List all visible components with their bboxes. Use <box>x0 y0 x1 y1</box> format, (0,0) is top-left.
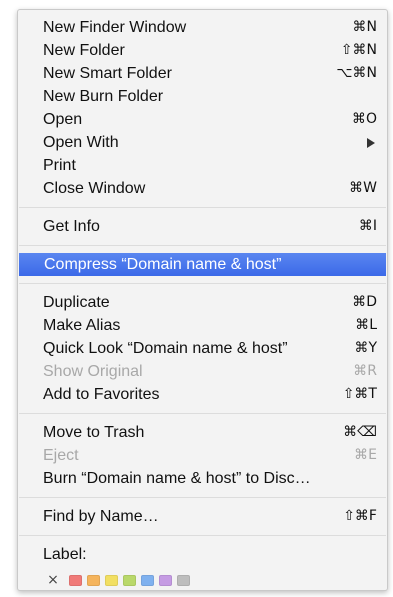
menu-item-move-to-trash[interactable]: Move to Trash ⌘⌫ <box>18 421 387 444</box>
menu-item-new-burn-folder[interactable]: New Burn Folder <box>18 85 387 108</box>
menu-item-make-alias[interactable]: Make Alias ⌘L <box>18 314 387 337</box>
menu-item-shortcut: ⌘W <box>349 180 377 196</box>
menu-separator <box>19 535 386 536</box>
menu-item-show-original: Show Original ⌘R <box>18 360 387 383</box>
label-swatch-yellow[interactable] <box>105 574 118 586</box>
menu-item-shortcut: ⌘E <box>354 447 377 463</box>
menu-item-find-by-name[interactable]: Find by Name… ⇧⌘F <box>18 505 387 528</box>
menu-item-duplicate[interactable]: Duplicate ⌘D <box>18 291 387 314</box>
label-section-title: Label: <box>43 546 87 563</box>
menu-item-shortcut: ⌘I <box>358 218 377 234</box>
menu-item-label: Move to Trash <box>43 424 145 441</box>
menu-item-new-finder-window[interactable]: New Finder Window ⌘N <box>18 16 387 39</box>
menu-item-label: Make Alias <box>43 317 121 334</box>
menu-item-label: Eject <box>43 447 79 464</box>
menu-item-label: Burn “Domain name & host” to Disc… <box>43 470 311 487</box>
menu-separator <box>19 207 386 208</box>
menu-item-label: Open With <box>43 134 119 151</box>
menu-item-add-to-favorites[interactable]: Add to Favorites ⇧⌘T <box>18 383 387 406</box>
label-swatch-purple[interactable] <box>159 574 172 586</box>
menu-item-label: Find by Name… <box>43 508 159 525</box>
menu-item-shortcut: ⌘D <box>352 294 377 310</box>
label-color-swatches: × <box>18 568 387 592</box>
menu-separator <box>19 413 386 414</box>
menu-item-new-folder[interactable]: New Folder ⇧⌘N <box>18 39 387 62</box>
menu-item-shortcut: ⌘Y <box>354 340 377 356</box>
menu-item-shortcut: ⌘L <box>355 317 377 333</box>
menu-item-shortcut: ⌥⌘N <box>336 65 377 81</box>
label-swatch-green[interactable] <box>123 574 136 586</box>
label-swatch-blue[interactable] <box>141 574 154 586</box>
menu-item-shortcut: ⌘R <box>353 363 377 379</box>
menu-item-new-smart-folder[interactable]: New Smart Folder ⌥⌘N <box>18 62 387 85</box>
menu-item-shortcut: ⌘O <box>351 111 377 127</box>
menu-item-shortcut: ⇧⌘T <box>342 386 377 402</box>
menu-item-shortcut: ⌘N <box>352 19 377 35</box>
menu-item-open[interactable]: Open ⌘O <box>18 108 387 131</box>
label-swatch-red[interactable] <box>69 574 82 586</box>
menu-item-label: New Burn Folder <box>43 88 164 105</box>
menu-item-burn-to-disc[interactable]: Burn “Domain name & host” to Disc… <box>18 467 387 490</box>
menu-item-label: New Folder <box>43 42 125 59</box>
menu-item-print[interactable]: Print <box>18 154 387 177</box>
menu-item-shortcut: ⇧⌘N <box>340 42 377 58</box>
menu-item-shortcut: ⇧⌘F <box>343 508 377 524</box>
menu-item-label: Get Info <box>43 218 100 235</box>
menu-separator <box>19 245 386 246</box>
menu-item-get-info[interactable]: Get Info ⌘I <box>18 215 387 238</box>
menu-item-shortcut: ⌘⌫ <box>343 424 377 440</box>
menu-item-label: Open <box>43 111 83 128</box>
menu-item-label: Add to Favorites <box>43 386 160 403</box>
menu-item-eject: Eject ⌘E <box>18 444 387 467</box>
menu-item-label: Print <box>43 157 76 174</box>
menu-item-label: New Finder Window <box>43 19 187 36</box>
menu-separator <box>19 283 386 284</box>
no-label-x-icon[interactable]: × <box>47 572 59 588</box>
menu-item-quick-look[interactable]: Quick Look “Domain name & host” ⌘Y <box>18 337 387 360</box>
menu-item-compress[interactable]: Compress “Domain name & host” <box>19 253 386 276</box>
submenu-arrow-icon <box>367 137 375 148</box>
menu-separator <box>19 497 386 498</box>
menu-item-label: Quick Look “Domain name & host” <box>43 340 288 357</box>
menu-item-label: Close Window <box>43 180 146 197</box>
menu-item-label: Show Original <box>43 363 143 380</box>
label-swatch-gray[interactable] <box>177 574 190 586</box>
finder-file-menu: New Finder Window ⌘N New Folder ⇧⌘N New … <box>17 9 388 591</box>
menu-item-open-with[interactable]: Open With <box>18 131 387 154</box>
menu-item-close-window[interactable]: Close Window ⌘W <box>18 177 387 200</box>
menu-item-label: Compress “Domain name & host” <box>44 256 282 273</box>
menu-item-label: New Smart Folder <box>43 65 172 82</box>
label-swatch-orange[interactable] <box>87 574 100 586</box>
menu-item-label: Duplicate <box>43 294 110 311</box>
